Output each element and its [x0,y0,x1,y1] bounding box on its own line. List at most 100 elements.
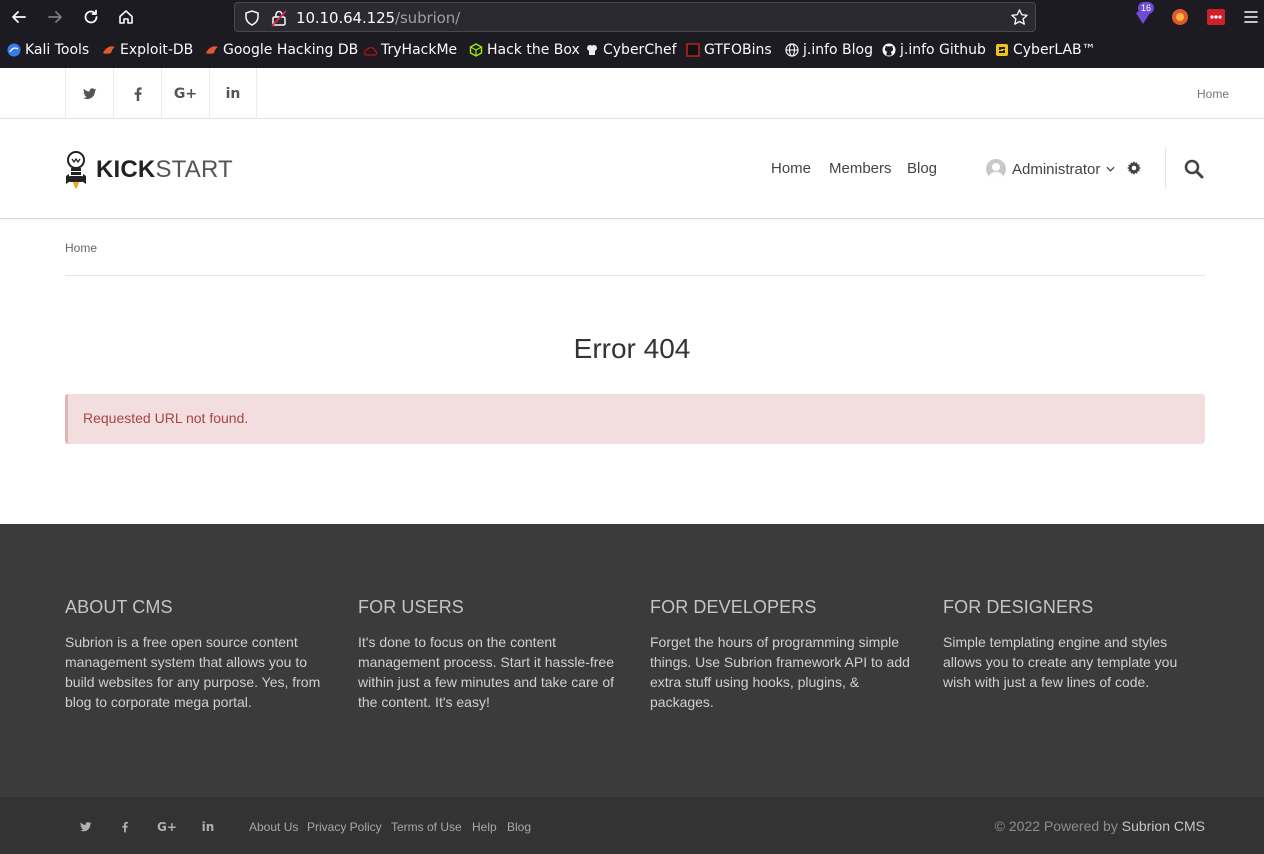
bookmark-kali-tools[interactable]: Kali Tools [7,42,89,58]
gear-icon[interactable] [1127,161,1141,180]
twitter-icon [82,87,96,99]
cyberlab-icon [996,44,1008,56]
menu-icon[interactable] [1241,7,1261,27]
bookmark-label: Google Hacking DB [223,42,359,58]
bookmark-google-hacking-db[interactable]: Google Hacking DB [205,42,358,58]
topbar-twitter-link[interactable] [65,68,113,119]
nav-members[interactable]: Members [829,160,892,177]
lightbulb-rocket-icon [66,151,86,189]
topbar-linkedin-link[interactable]: in [209,68,257,119]
extension-dots-icon[interactable] [1206,7,1226,27]
footer-link-about-us[interactable]: About Us [249,820,298,834]
topbar: G+ in Home [0,68,1264,119]
ghdb-icon [206,46,218,54]
footer-col-title: For Developers [650,597,817,617]
page-title: Error 404 [573,333,691,364]
logo-light: START [155,156,233,183]
bookmark-star-icon[interactable] [1010,8,1029,27]
footer-col-text: Subrion is a free open source content ma… [65,634,321,710]
tryhackme-icon [364,47,377,56]
footer-col-text: Forget the hours of programming simple t… [650,634,910,710]
topbar-google-plus-link[interactable]: G+ [161,68,209,119]
breadcrumb-divider [65,275,1205,276]
bookmarks-toolbar: Kali Tools Exploit-DB Google Hacking DB … [0,38,1264,66]
shield-icon[interactable] [243,9,261,27]
search-icon[interactable] [1184,159,1204,184]
bookmark-label: Kali Tools [25,42,90,58]
footer-col-designers: For Designers Simple templating engine a… [943,597,1208,692]
facebook-icon [122,821,128,833]
footer-link-help[interactable]: Help [472,820,497,834]
reload-icon[interactable] [79,5,103,29]
footer-bottom: G+ in About Us Privacy Policy Terms of U… [0,797,1264,854]
footer-facebook-link[interactable] [116,820,134,834]
footer-col-title: For Designers [943,597,1094,617]
footer-linkedin-link[interactable]: in [199,820,217,834]
bookmark-cyberchef[interactable]: CyberChef [585,42,677,58]
url-text[interactable]: 10.10.64.125/subrion/ [296,9,460,27]
exploit-db-icon [103,46,115,54]
logo-text: KICKSTART [96,156,233,184]
avatar [986,159,1006,179]
footer-link-blog[interactable]: Blog [507,820,531,834]
home-icon[interactable] [114,5,138,29]
footer-link-privacy-policy[interactable]: Privacy Policy [307,820,382,834]
insecure-lock-icon[interactable] [271,9,287,27]
bookmark-label: TryHackMe [381,42,458,58]
footer-twitter-link[interactable] [77,820,95,834]
bookmark-exploit-db[interactable]: Exploit-DB [102,42,193,58]
back-icon[interactable] [7,5,31,29]
topbar-home-link[interactable]: Home [1197,87,1229,101]
nav-blog[interactable]: Blog [907,160,937,177]
browser-toolbar: 10.10.64.125/subrion/ 16 Kali Tools Expl… [0,0,1264,68]
bookmark-jinfo-blog[interactable]: j.info Blog [785,42,873,58]
bookmark-hack-the-box[interactable]: Hack the Box [469,42,580,58]
github-icon [882,43,896,57]
breadcrumb-home[interactable]: Home [65,241,97,255]
globe-icon [785,43,799,57]
site-logo[interactable]: KICKSTART [64,150,233,190]
footer-col-text: It's done to focus on the content manage… [358,634,615,710]
gtfobins-icon [686,43,700,57]
bookmark-label: Hack the Box [487,42,580,58]
footer: About CMS Subrion is a free open source … [0,524,1264,797]
twitter-icon [80,822,92,832]
url-bar[interactable]: 10.10.64.125/subrion/ [234,2,1036,32]
chevron-down-icon [1106,166,1115,172]
google-plus-icon: G+ [173,85,198,102]
kali-icon [7,43,21,57]
footer-link-terms-of-use[interactable]: Terms of Use [391,820,462,834]
bookmark-label: j.info Github [900,42,986,58]
footer-col-about: About CMS Subrion is a free open source … [65,597,330,712]
topbar-facebook-link[interactable] [113,68,161,119]
nav-home[interactable]: Home [771,160,811,177]
footer-col-title: About CMS [65,597,173,617]
extension-fox-icon[interactable] [1170,7,1190,27]
facebook-icon [134,86,142,101]
bookmark-label: j.info Blog [803,42,873,58]
bookmark-cyberlab[interactable]: CyberLAB™ [995,42,1096,58]
footer-google-plus-link[interactable]: G+ [157,820,177,834]
bookmark-label: CyberLAB™ [1013,42,1096,58]
forward-icon[interactable] [43,5,67,29]
cyberchef-icon [587,45,597,55]
bookmark-label: CyberChef [603,42,677,58]
copyright: © 2022 Powered by Subrion CMS [995,818,1205,834]
linkedin-icon: in [201,820,215,834]
copyright-prefix: © 2022 Powered by [994,818,1118,834]
footer-col-developers: For Developers Forget the hours of progr… [650,597,915,712]
google-plus-icon: G+ [157,820,177,834]
alert-message: Requested URL not found. [83,410,249,426]
bookmark-jinfo-github[interactable]: j.info Github [882,42,986,58]
user-menu[interactable]: Administrator [986,159,1115,179]
logo-bold: KICK [96,156,156,183]
url-host: 10.10.64.125 [296,9,395,27]
user-name: Administrator [1012,160,1101,178]
bookmark-gtfobins[interactable]: GTFOBins [686,42,772,58]
footer-col-title: For Users [358,597,464,617]
extension-badge: 16 [1138,2,1155,14]
hackthebox-icon [469,43,483,57]
subrion-cms-link[interactable]: Subrion CMS [1122,818,1205,834]
bookmark-tryhackme[interactable]: TryHackMe [363,42,457,58]
url-path: /subrion/ [395,9,461,27]
